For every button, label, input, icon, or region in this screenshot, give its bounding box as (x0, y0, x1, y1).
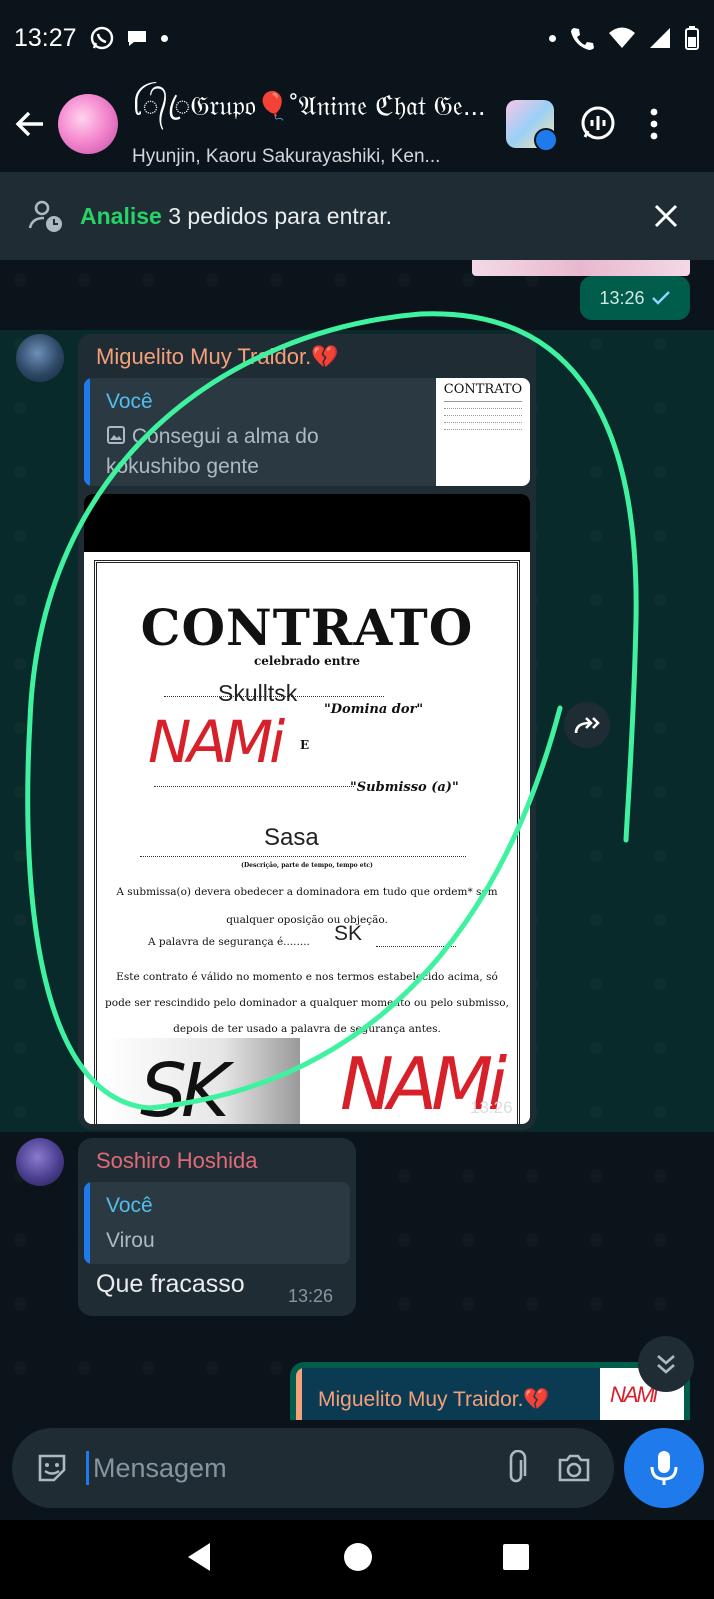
quote-bar (296, 1368, 302, 1420)
quote-bar (84, 1182, 90, 1264)
group-info[interactable]: ꪶ᭄ꦿ𝔊𝔯𝔲𝔭𝔬🎈˚𝔄𝔫𝔦𝔪𝔢 ℭ𝔥𝔞𝔱 𝔊𝔢... Hyunjin, Kaor… (132, 80, 492, 168)
attach-button[interactable] (494, 1446, 538, 1490)
verified-check-icon (534, 128, 558, 152)
drawn-circle-annotation (25, 311, 639, 1111)
banner-message: 3 pedidos para entrar. (161, 202, 392, 229)
more-options-button[interactable] (634, 96, 674, 152)
close-icon (654, 204, 678, 228)
circle-home-icon (344, 1543, 372, 1571)
signal-icon (650, 28, 670, 48)
quote-text: Virou (106, 1229, 155, 1252)
message-input[interactable]: Mensagem (86, 1451, 480, 1485)
chat-area[interactable]: 13:26 Miguelito Muy Traidor.💔 Você Conse… (0, 260, 714, 1420)
nav-home-button[interactable] (342, 1541, 374, 1578)
microphone-icon (650, 1451, 678, 1485)
double-chevron-down-icon (657, 1355, 675, 1374)
group-members: Hyunjin, Kaoru Sakurayashiki, Ken... (132, 146, 441, 167)
camera-icon (558, 1454, 590, 1482)
notification-dot (160, 34, 168, 42)
join-requests-banner[interactable]: Analise 3 pedidos para entrar. (0, 172, 714, 260)
quote-author: Miguelito Muy Traidor.💔 (318, 1388, 550, 1411)
system-navigation-bar (0, 1520, 714, 1599)
banner-text: Analise 3 pedidos para entrar. (80, 203, 392, 230)
message-composer: Mensagem (12, 1428, 614, 1508)
quote-author: Você (106, 1194, 153, 1217)
quoted-message[interactable]: Miguelito Muy Traidor.💔 NAMi (296, 1368, 684, 1420)
sender-name[interactable]: Soshiro Hoshida (96, 1148, 257, 1174)
scroll-to-bottom-button[interactable] (638, 1336, 694, 1392)
banner-accent[interactable]: Analise (80, 203, 162, 229)
quoted-message[interactable]: Você Virou (84, 1182, 350, 1264)
nav-recents-button[interactable] (502, 1543, 530, 1576)
text-message-bubble[interactable]: Soshiro Hoshida Você Virou Que fracasso … (78, 1138, 356, 1316)
message-time: 13:26 (288, 1286, 334, 1306)
voice-chat-icon (581, 106, 615, 140)
person-pending-icon (28, 200, 62, 232)
chat-bubble-icon (127, 31, 146, 46)
sticker-button[interactable] (30, 1446, 74, 1490)
status-bar: 13:27 (0, 0, 714, 76)
whatsapp-icon (90, 26, 113, 50)
wifi-icon (609, 27, 635, 48)
voice-message-button[interactable] (624, 1428, 704, 1508)
battery-icon (685, 26, 699, 50)
back-button[interactable] (2, 96, 58, 152)
call-icon (571, 28, 594, 50)
community-avatar[interactable] (506, 100, 558, 152)
group-name: ꪶ᭄ꦿ𝔊𝔯𝔲𝔭𝔬🎈˚𝔄𝔫𝔦𝔪𝔢 ℭ𝔥𝔞𝔱 𝔊𝔢... (132, 91, 486, 121)
status-time: 13:27 (14, 23, 77, 52)
group-avatar[interactable] (58, 94, 118, 154)
camera-button[interactable] (552, 1446, 596, 1490)
notification-icons (89, 25, 168, 51)
outgoing-reply-bubble[interactable]: Miguelito Muy Traidor.💔 NAMi (290, 1362, 690, 1420)
system-icons (549, 24, 700, 52)
arrow-left-icon (15, 111, 43, 137)
triangle-back-icon (188, 1543, 210, 1571)
sender-avatar[interactable] (16, 1138, 64, 1186)
voice-chat-button[interactable] (570, 96, 626, 152)
nav-back-button[interactable] (184, 1541, 214, 1578)
more-vert-icon (650, 108, 658, 140)
message-text: Que fracasso (96, 1270, 245, 1298)
close-banner-button[interactable] (646, 196, 686, 236)
paperclip-icon (509, 1450, 527, 1483)
chat-header: ꪶ᭄ꦿ𝔊𝔯𝔲𝔭𝔬🎈˚𝔄𝔫𝔦𝔪𝔢 ℭ𝔥𝔞𝔱 𝔊𝔢... Hyunjin, Kaor… (0, 76, 714, 172)
notification-dot (549, 34, 556, 42)
square-recents-icon (503, 1544, 529, 1570)
sticker-icon (38, 1454, 66, 1482)
